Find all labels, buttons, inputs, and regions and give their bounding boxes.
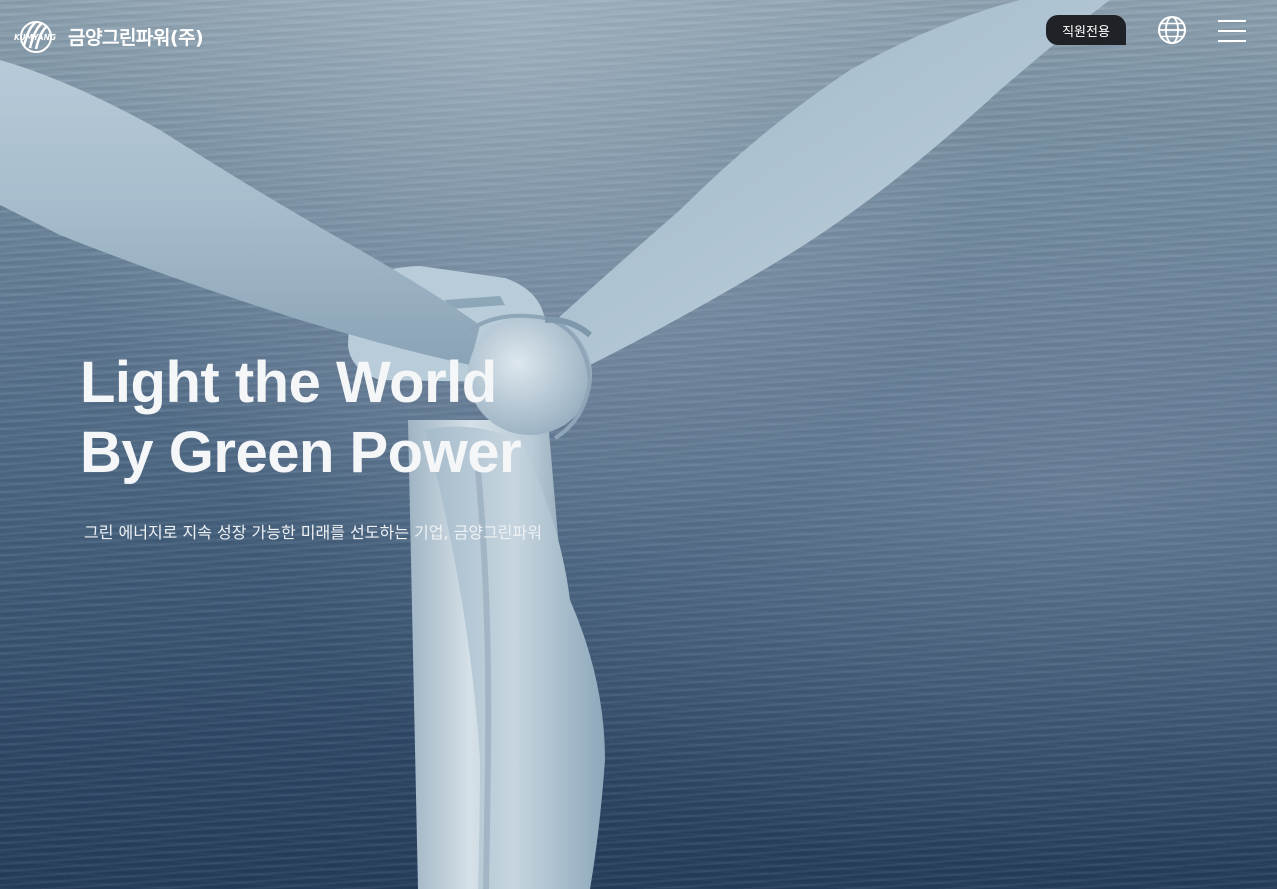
company-name: 금양그린파워(주) bbox=[68, 26, 204, 49]
menu-line bbox=[1218, 30, 1246, 32]
site-header: KUMYANG 금양그린파워(주) 직원전용 bbox=[0, 0, 1277, 70]
hero-subtitle: 그린 에너지로 지속 성장 가능한 미래를 선도하는 기업, 금양그린파워 bbox=[84, 523, 542, 542]
menu-line bbox=[1218, 20, 1246, 22]
menu-line bbox=[1218, 40, 1246, 42]
staff-only-button[interactable]: 직원전용 bbox=[1046, 15, 1126, 45]
company-logo[interactable]: KUMYANG 금양그린파워(주) bbox=[14, 18, 204, 54]
svg-text:KUMYANG: KUMYANG bbox=[14, 33, 56, 42]
hero-section: KUMYANG 금양그린파워(주) 직원전용 Light the World B… bbox=[0, 0, 1277, 889]
globe-icon[interactable] bbox=[1157, 15, 1187, 45]
kumyang-logo-icon: KUMYANG bbox=[14, 21, 56, 53]
hamburger-menu-icon[interactable] bbox=[1218, 20, 1246, 42]
headline-line-1: Light the World bbox=[80, 350, 497, 415]
hero-headline: Light the World By Green Power bbox=[80, 348, 522, 488]
headline-line-2: By Green Power bbox=[80, 420, 522, 485]
